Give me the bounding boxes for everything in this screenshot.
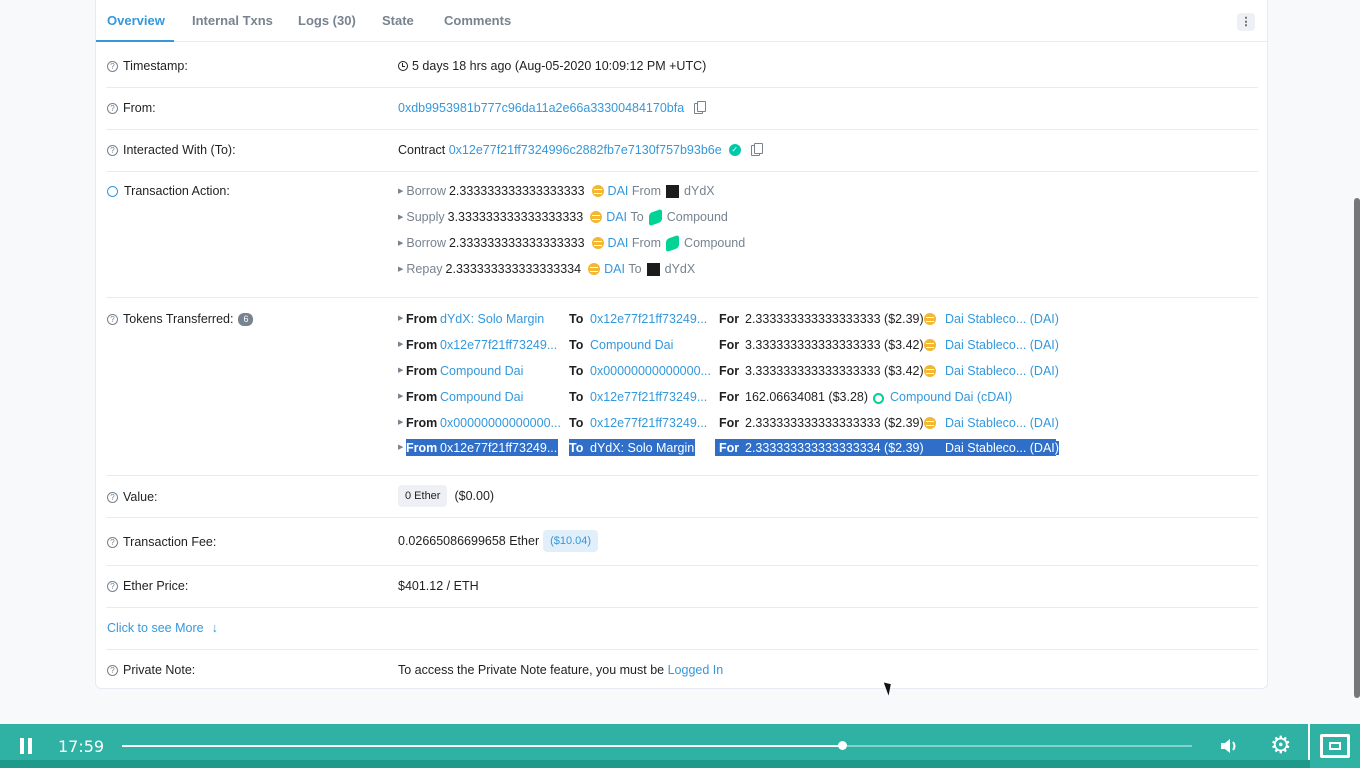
dydx-icon xyxy=(646,262,660,276)
ether-price-row: ? Ether Price: $401.12 / ETH xyxy=(106,566,1258,608)
tab-comments[interactable]: Comments xyxy=(444,13,511,28)
caret-right-icon: ▶ xyxy=(398,367,404,374)
active-tab-indicator xyxy=(96,40,174,42)
from-address-link[interactable]: 0xdb9953981b777c96da11a2e66a33300484170b… xyxy=(398,101,684,115)
help-icon[interactable]: ? xyxy=(107,664,118,676)
transaction-card: Overview Internal Txns Logs (30) State C… xyxy=(95,0,1268,689)
value-row: ? Value: 0 Ether ($0.00) xyxy=(106,476,1258,518)
transaction-action-label: Transaction Action: xyxy=(124,184,230,198)
tab-internal-txns[interactable]: Internal Txns xyxy=(192,13,273,28)
copy-icon[interactable] xyxy=(750,142,763,156)
timestamp-label: Timestamp: xyxy=(123,59,188,73)
tab-logs[interactable]: Logs (30) xyxy=(298,13,356,28)
dai-icon xyxy=(591,185,604,197)
contract-prefix: Contract xyxy=(398,143,446,157)
dai-icon xyxy=(924,417,936,429)
copy-icon[interactable] xyxy=(694,100,707,114)
tab-state[interactable]: State xyxy=(382,13,414,28)
pause-button[interactable] xyxy=(19,738,33,754)
more-options-icon[interactable]: ⋮ xyxy=(1237,13,1255,31)
dai-icon xyxy=(591,237,604,249)
help-icon[interactable]: ? xyxy=(107,580,118,592)
dai-icon xyxy=(924,339,936,351)
timestamp-row: ? Timestamp: 5 days 18 hrs ago (Aug-05-20… xyxy=(106,44,1258,88)
transaction-fee-label: Transaction Fee: xyxy=(123,535,217,549)
playback-time: 17:59 xyxy=(58,737,105,756)
token-transfer-line: ▶ From Compound Dai To 0x12e77f21ff73249… xyxy=(398,390,1013,404)
value-usd: ($0.00) xyxy=(454,489,495,503)
private-note-label: Private Note: xyxy=(123,663,196,677)
caret-right-icon: ▶ xyxy=(398,240,404,247)
tokens-transferred-row: ? Tokens Transferred: 6 ▶ From dYdX: Solo … xyxy=(106,298,1258,476)
caret-right-icon: ▶ xyxy=(398,315,404,322)
compound-icon xyxy=(666,234,680,252)
action-line: ▶ Borrow 2.333333333333333333 DAI From Compo… xyxy=(398,234,746,252)
dai-icon xyxy=(924,313,936,325)
timestamp-value: 5 days 18 hrs ago (Aug-05-2020 10:09:12 … xyxy=(412,59,707,73)
dai-icon xyxy=(588,263,601,275)
help-icon[interactable]: ? xyxy=(107,536,118,548)
caret-right-icon: ▶ xyxy=(398,341,404,348)
value-label: Value: xyxy=(123,490,158,504)
private-note-row: ? Private Note: To access the Private Not… xyxy=(106,650,1258,689)
fee-usd-badge: ($10.04) xyxy=(543,530,599,552)
seek-bar-handle[interactable] xyxy=(838,741,848,750)
token-transfer-line: ▶ From dYdX: Solo Margin To 0x12e77f21ff… xyxy=(398,312,1059,326)
fee-ether: 0.02665086699658 Ether xyxy=(398,534,540,548)
transaction-fee-row: ? Transaction Fee: 0.02665086699658 Ether… xyxy=(106,518,1258,566)
action-line: ▶ Repay 2.333333333333333334 DAI To dYdX xyxy=(398,262,696,276)
dai-icon xyxy=(590,211,603,223)
token-transfer-line: ▶ From Compound Dai To 0x00000000000000.… xyxy=(398,364,1059,378)
from-row: ? From: 0xdb9953981b777c96da11a2e66a33300… xyxy=(106,88,1258,130)
contract-address-link[interactable]: 0x12e77f21ff7324996c2882fb7e7130f757b93b… xyxy=(449,143,722,157)
transaction-action-row: Transaction Action: ▶ Borrow 2.33333333333… xyxy=(106,172,1258,298)
private-note-text: To access the Private Note feature, you … xyxy=(398,663,665,677)
lightbulb-icon xyxy=(107,185,118,197)
caret-right-icon: ▶ xyxy=(398,393,404,400)
ether-price-value: $401.12 / ETH xyxy=(398,579,479,593)
clock-icon xyxy=(398,61,408,71)
caret-right-icon: ▶ xyxy=(398,266,404,273)
token-count-badge: 6 xyxy=(238,312,254,326)
tokens-transferred-label: Tokens Transferred: xyxy=(123,312,234,326)
interacted-with-row: ? Interacted With (To): Contract 0x12e77f… xyxy=(106,130,1258,172)
dydx-icon xyxy=(666,184,680,198)
help-icon[interactable]: ? xyxy=(107,144,118,156)
tab-bar: Overview Internal Txns Logs (30) State C… xyxy=(96,0,1267,42)
help-icon[interactable]: ? xyxy=(107,102,118,114)
ether-price-label: Ether Price: xyxy=(123,579,189,593)
verified-check-icon: ✓ xyxy=(728,144,741,156)
ether-value-badge: 0 Ether xyxy=(398,485,448,507)
action-line: ▶ Borrow 2.333333333333333333 DAI From dYdX xyxy=(398,184,715,198)
dai-icon xyxy=(924,365,936,377)
see-more-link[interactable]: Click to see More ↓ xyxy=(107,621,218,635)
volume-icon[interactable] xyxy=(1219,737,1241,755)
token-transfer-line-selected: ▶ From 0x12e77f21ff73249... To dYdX: Sol… xyxy=(398,439,1059,456)
caret-right-icon: ▶ xyxy=(398,188,404,195)
fullscreen-button[interactable] xyxy=(1310,724,1360,768)
see-more-row: Click to see More ↓ xyxy=(106,608,1258,650)
tab-overview[interactable]: Overview xyxy=(107,13,165,28)
help-icon[interactable]: ? xyxy=(107,313,118,325)
caret-right-icon: ▶ xyxy=(398,444,404,451)
from-label: From: xyxy=(123,101,156,115)
help-icon[interactable]: ? xyxy=(107,60,118,72)
arrow-down-icon: ↓ xyxy=(211,621,218,635)
help-icon[interactable]: ? xyxy=(107,491,118,503)
seek-bar[interactable] xyxy=(122,741,1192,750)
compound-icon xyxy=(648,208,662,226)
token-transfer-line: ▶ From 0x12e77f21ff73249... To Compound … xyxy=(398,338,1059,352)
interacted-with-label: Interacted With (To): xyxy=(123,143,236,157)
fullscreen-icon xyxy=(1320,734,1350,758)
caret-right-icon: ▶ xyxy=(398,419,404,426)
logged-in-link[interactable]: Logged In xyxy=(668,663,724,677)
action-line: ▶ Supply 3.333333333333333333 DAI To Compoun… xyxy=(398,208,728,226)
page-scrollbar[interactable] xyxy=(1354,198,1360,698)
caret-right-icon: ▶ xyxy=(398,214,404,221)
seek-bar-progress xyxy=(122,745,843,747)
controls-bottom-strip xyxy=(0,760,1360,768)
token-transfer-line: ▶ From 0x00000000000000... To 0x12e77f21… xyxy=(398,416,1059,430)
settings-gear-icon[interactable]: ⚙ xyxy=(1270,734,1292,758)
